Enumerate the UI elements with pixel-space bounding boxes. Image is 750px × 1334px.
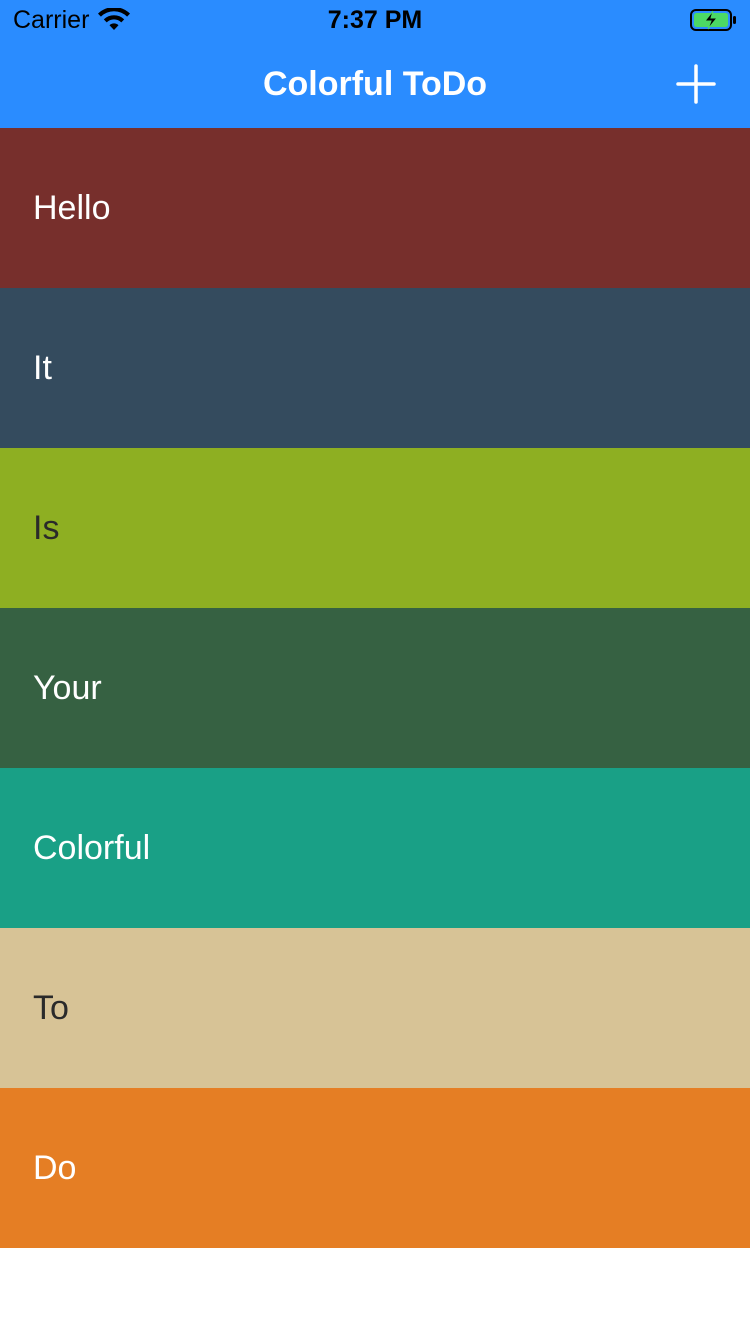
todo-list: Hello It Is Your Colorful To Do [0,128,750,1248]
todo-item-label: To [33,988,69,1027]
todo-item[interactable]: Colorful [0,768,750,928]
navigation-bar: Colorful ToDo [0,40,750,128]
status-time: 7:37 PM [327,6,423,34]
todo-item[interactable]: Is [0,448,750,608]
todo-item[interactable]: To [0,928,750,1088]
top-bar: Carrier 7:37 PM Colorful ToDo [0,0,750,128]
todo-item-label: Hello [33,188,111,227]
todo-item-label: Do [33,1148,77,1187]
todo-item[interactable]: Your [0,608,750,768]
battery-charging-icon [690,9,736,31]
todo-item-label: Is [33,508,60,547]
page-title: Colorful ToDo [262,65,488,103]
add-todo-button[interactable] [676,64,716,104]
plus-icon [676,64,716,104]
todo-item-label: Colorful [33,828,151,867]
todo-item[interactable]: Do [0,1088,750,1248]
status-bar: Carrier 7:37 PM [0,0,750,40]
todo-item[interactable]: It [0,288,750,448]
todo-item-label: It [33,348,52,387]
todo-item[interactable]: Hello [0,128,750,288]
todo-item-label: Your [33,668,102,707]
